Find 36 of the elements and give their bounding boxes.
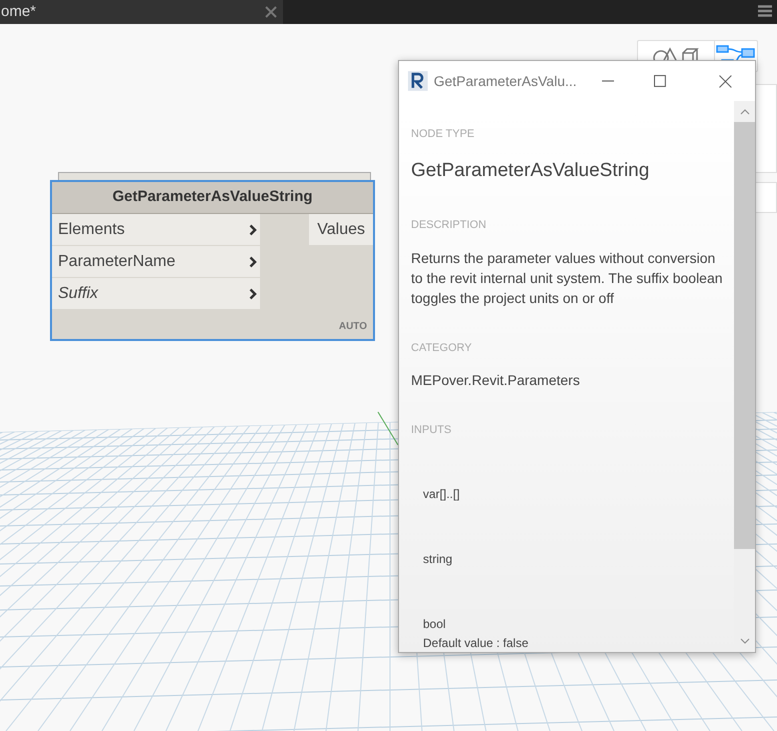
scrollbar[interactable]: [734, 101, 755, 652]
chevron-icon: [249, 288, 257, 300]
node-type-name: GetParameterAsValueString: [411, 158, 650, 182]
section-heading: CATEGORY: [411, 340, 473, 356]
app-logo-icon: [408, 71, 428, 91]
close-icon[interactable]: [719, 74, 732, 88]
section-text: Returns the parameter values without conversion to the revit internal unit system. The suffix boolean toggles the project units on or off: [411, 248, 724, 308]
chevron-icon: [249, 224, 257, 236]
maximize-icon[interactable]: [654, 75, 666, 87]
default-value: Default value : false: [423, 634, 530, 652]
file-tab[interactable]: ome*: [0, 0, 283, 24]
section-text: MEPover.Revit.Parameters: [411, 371, 581, 390]
scroll-thumb[interactable]: [734, 122, 755, 549]
node-card[interactable]: GetParameterAsValueString Elements ParameterName Suffix Values AUTO: [50, 180, 375, 341]
section-heading: NODE TYPE: [411, 127, 476, 142]
input-type: string: [423, 550, 454, 568]
chevron-icon: [249, 256, 257, 268]
input-type: bool: [423, 616, 447, 632]
input-type: var[]..[]: [423, 486, 461, 502]
port-label: Elements: [58, 220, 125, 240]
lacing-label: AUTO: [338, 320, 367, 334]
input-port[interactable]: Suffix: [52, 278, 260, 309]
scroll-down-icon[interactable]: [740, 638, 750, 644]
port-label: ParameterName: [58, 252, 176, 272]
input-port[interactable]: ParameterName: [52, 246, 260, 277]
section-heading: INPUTS: [411, 423, 452, 438]
window-title: GetParameterAsValu...: [434, 72, 578, 90]
menu-icon[interactable]: [758, 5, 772, 17]
minimize-icon[interactable]: [602, 80, 614, 82]
tab-title: ome*: [0, 2, 36, 22]
node-title: GetParameterAsValueString: [52, 182, 373, 214]
scroll-up-icon[interactable]: [740, 108, 750, 114]
output-port[interactable]: Values: [309, 214, 373, 245]
input-port[interactable]: Elements: [52, 214, 260, 245]
section-heading: DESCRIPTION: [411, 218, 488, 233]
port-label: Suffix: [58, 284, 98, 304]
